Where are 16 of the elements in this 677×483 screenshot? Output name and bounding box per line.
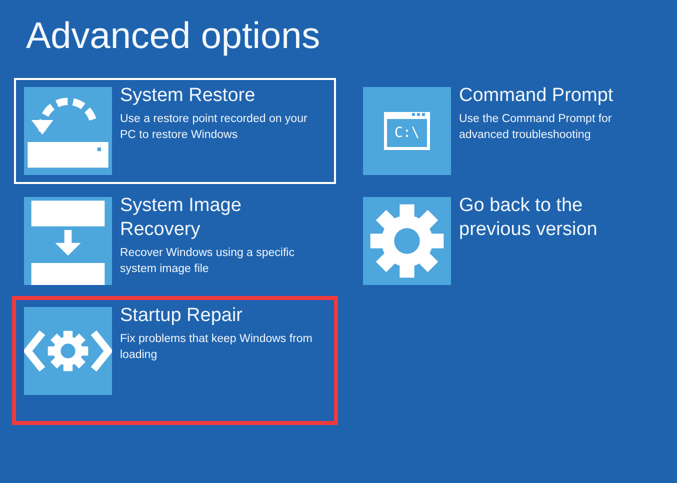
option-description: Use the Command Prompt for advanced troubleshooting	[459, 112, 613, 143]
option-item[interactable]: Startup Repair Fix problems that keep Windows from loading	[14, 298, 336, 423]
option-item[interactable]: Go back to the previous version	[353, 188, 675, 294]
terminal-icon: C:\	[384, 112, 430, 150]
option-description: Recover Windows using a specific system image file	[120, 246, 296, 277]
option-item[interactable]: System Image Recovery Recover Windows using a specific system image file	[14, 188, 336, 294]
option-title: System Restore	[120, 84, 256, 108]
option-title: Go back to the previous version	[459, 194, 598, 242]
option-item[interactable]: C:\ Command Prompt Use the Command Prompt for advanced troubleshooting	[353, 78, 675, 184]
option-title: Startup Repair	[120, 304, 244, 328]
option-description: Use a restore point recorded on your PC to restore Windows	[120, 112, 308, 143]
option-title: System Image Recovery	[120, 194, 242, 242]
option-title: Command Prompt	[459, 84, 614, 108]
option-item[interactable]: System Restore Use a restore point recorded on your PC to restore Windows	[14, 78, 336, 184]
option-description: Fix problems that keep Windows from loading	[120, 332, 314, 363]
page-title: Advanced options	[26, 14, 322, 58]
